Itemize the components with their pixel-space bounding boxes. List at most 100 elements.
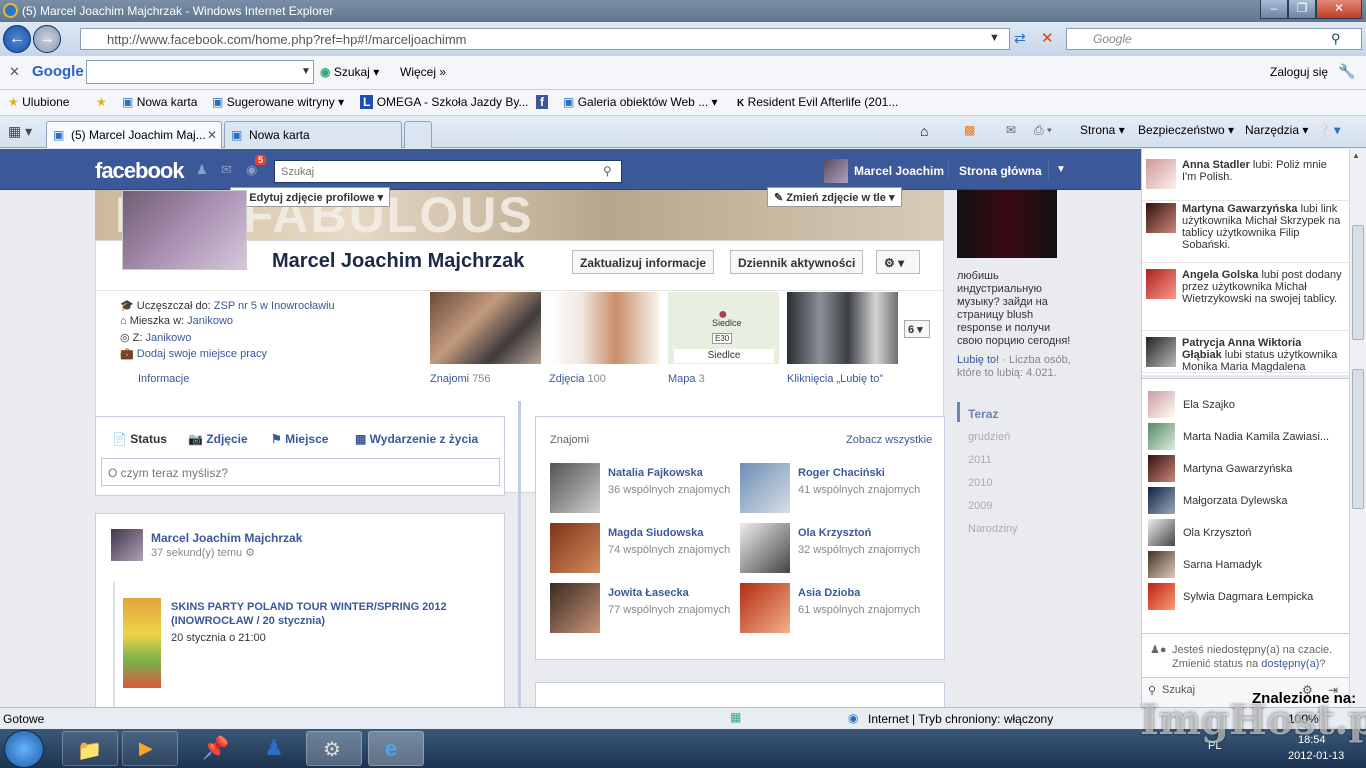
taskbar-app[interactable]: ⚙ [306, 731, 362, 766]
home-link[interactable]: Strona główna [959, 164, 1042, 178]
security-zone[interactable]: Internet | Tryb chroniony: włączony [868, 712, 1053, 726]
rss-icon[interactable]: ▩ [964, 123, 975, 137]
start-button[interactable] [4, 730, 44, 768]
chat-friend[interactable]: Marta Nadia Kamila Zawiasi... [1142, 421, 1349, 453]
wrench-icon[interactable]: 🔧 [1338, 63, 1355, 80]
avatar[interactable] [111, 529, 143, 561]
fav-item-4[interactable]: K Resident Evil Afterlife (201... [737, 95, 898, 109]
close-toolbar-icon[interactable]: ✕ [9, 64, 20, 80]
page-menu[interactable]: Strona ▾ [1080, 123, 1125, 137]
ad-like-button[interactable]: Lubię to! [957, 354, 999, 366]
timeline-year-now[interactable]: Teraz [968, 407, 998, 421]
ticker-item[interactable]: Anna Stadler lubi: Poliż mnie I'm Polish… [1142, 153, 1349, 201]
ticker-item[interactable]: Angela Golska lubi post dodany przez uży… [1142, 263, 1349, 331]
print-icon[interactable]: ⎙ ▾ [1034, 123, 1052, 138]
activity-log-button[interactable]: Dziennik aktywności [730, 250, 864, 274]
tab-facebook[interactable]: ▣ (5) Marcel Joachim Maj... ✕ [46, 121, 222, 148]
map-thumbnail[interactable]: ● Siedlce E30 Siedlce [668, 292, 779, 364]
composer-tab-place[interactable]: ⚑ Miejsce [271, 432, 328, 446]
mail-icon[interactable]: ✉ [1006, 123, 1016, 137]
google-toolbar-input[interactable]: ▼ [86, 60, 314, 84]
ie-search-box[interactable]: Google ⚲ [1066, 28, 1362, 50]
post-time[interactable]: 37 sekund(y) temu ⚙ [151, 546, 255, 559]
maximize-button[interactable]: ❐ [1288, 0, 1316, 19]
fav-item-0[interactable]: ▣ Nowa karta [122, 95, 197, 109]
go-online-link[interactable]: dostępny(a) [1261, 658, 1319, 670]
composer-tab-status[interactable]: 📄 Status [112, 432, 167, 446]
security-menu[interactable]: Bezpieczeństwo ▾ [1138, 123, 1234, 137]
login-button[interactable]: Zaloguj się [1270, 65, 1328, 79]
settings-gear-button[interactable]: ⚙ ▾ [876, 250, 920, 274]
help-icon[interactable]: ❔ ▾ [1316, 123, 1340, 137]
friend-requests-icon[interactable]: ♟ [196, 162, 208, 178]
more-button[interactable]: Więcej » [400, 65, 446, 79]
composer-tab-photo[interactable]: 📷 Zdjęcie [188, 432, 248, 446]
chevron-down-icon[interactable]: ▼ [301, 66, 311, 77]
favorites-button[interactable]: ★ Ulubione [8, 95, 69, 109]
chat-friend[interactable]: Małgorzata Dylewska [1142, 485, 1349, 517]
event-poster[interactable] [123, 598, 161, 688]
avatar[interactable] [824, 159, 848, 183]
taskbar-explorer[interactable]: 📁 [62, 731, 118, 766]
likes-section-link[interactable]: Kliknięcia „Lubię to” [787, 373, 883, 385]
minimize-button[interactable]: – [1260, 0, 1288, 19]
ad-image[interactable] [957, 190, 1057, 258]
add-favorite-icon[interactable]: ★ [96, 95, 107, 109]
photos-section-link[interactable]: Zdjęcia 100 [549, 373, 606, 385]
fav-item-2[interactable]: L OMEGA - Szkoła Jazdy By... [360, 95, 529, 109]
profile-picture[interactable] [122, 190, 247, 270]
photos-thumbnail[interactable] [549, 292, 660, 364]
fav-item-3[interactable]: ▣ Galeria obiektów Web ... ▾ [563, 95, 718, 109]
forward-button[interactable]: → [33, 25, 61, 53]
post-author[interactable]: Marcel Joachim Majchrzak [151, 531, 302, 545]
chat-friend[interactable]: Ela Szajko [1142, 389, 1349, 421]
refresh-icon[interactable]: ⇄ [1014, 30, 1026, 47]
chat-friend[interactable]: Ola Krzysztoń [1142, 517, 1349, 549]
friends-section-link[interactable]: Znajomi 756 [430, 373, 491, 385]
fav-item-facebook[interactable]: f [536, 95, 548, 109]
likes-thumbnail[interactable] [787, 292, 898, 364]
taskbar-messenger[interactable]: ♟ [246, 731, 302, 766]
taskbar-pin[interactable]: 📌 [186, 731, 242, 766]
close-button[interactable]: ✕ [1316, 0, 1362, 19]
change-cover-button[interactable]: ✎ Zmień zdjęcie w tle ▾ [767, 187, 902, 207]
friends-thumbnail[interactable] [430, 292, 541, 364]
edit-profile-photo-button[interactable]: ✎ Edytuj zdjęcie profilowe ▾ [230, 187, 391, 207]
taskbar-media[interactable]: ▶ [122, 731, 178, 766]
new-tab-button[interactable] [404, 121, 432, 148]
ticker-item[interactable]: Patrycja Anna Wiktoria Głąbiak lubi stat… [1142, 331, 1349, 373]
ticker-item[interactable]: Martyna Gawarzyńska lubi link użytkownik… [1142, 197, 1349, 263]
timeline-year-2009[interactable]: 2009 [968, 500, 992, 512]
facebook-logo[interactable]: facebook [95, 158, 185, 184]
see-all-link[interactable]: Zobacz wszystkie [846, 434, 932, 446]
stop-icon[interactable]: ✕ [1041, 29, 1054, 47]
home-icon[interactable]: ⌂ [920, 123, 928, 139]
tools-menu[interactable]: Narzędzia ▾ [1245, 123, 1308, 137]
chat-friend[interactable]: Sylwia Dagmara Łempicka [1142, 581, 1349, 613]
address-bar[interactable]: http://www.facebook.com/home.php?ref=hp#… [80, 28, 1010, 50]
scrollbar[interactable]: ▲ [1349, 149, 1366, 707]
timeline-year-birth[interactable]: Narodziny [968, 523, 1018, 535]
messages-icon[interactable]: ✉ [221, 162, 232, 178]
clock-date[interactable]: 2012-01-13 [1288, 750, 1344, 762]
search-icon[interactable]: ⚲ [603, 164, 612, 178]
status-input[interactable]: O czym teraz myślisz? [101, 458, 500, 486]
more-sections-button[interactable]: 6 ▾ [904, 320, 930, 338]
profile-link[interactable]: Marcel Joachim [854, 164, 944, 178]
timeline-year-2010[interactable]: 2010 [968, 477, 992, 489]
google-search-button[interactable]: ◉ Szukaj ▾ [320, 65, 379, 79]
facebook-search-input[interactable]: Szukaj ⚲ [274, 160, 622, 183]
map-section-link[interactable]: Mapa 3 [668, 373, 705, 385]
composer-tab-life-event[interactable]: ▦ Wydarzenie z życia [355, 432, 478, 446]
timeline-year-2011[interactable]: 2011 [968, 454, 992, 466]
chat-friend[interactable]: Martyna Gawarzyńska [1142, 453, 1349, 485]
quick-tabs-icon[interactable]: ▦ ▾ [8, 123, 32, 140]
info-link[interactable]: Informacje [138, 373, 189, 385]
fav-item-1[interactable]: ▣ Sugerowane witryny ▾ [212, 95, 344, 109]
chat-friend[interactable]: Sarna Hamadyk [1142, 549, 1349, 581]
address-dropdown-icon[interactable]: ▼ [989, 32, 1000, 44]
tab-new[interactable]: ▣ Nowa karta [224, 121, 402, 148]
back-button[interactable]: ← [3, 25, 31, 53]
timeline-year-december[interactable]: grudzień [968, 431, 1010, 443]
account-menu-icon[interactable]: ▼ [1056, 164, 1066, 175]
